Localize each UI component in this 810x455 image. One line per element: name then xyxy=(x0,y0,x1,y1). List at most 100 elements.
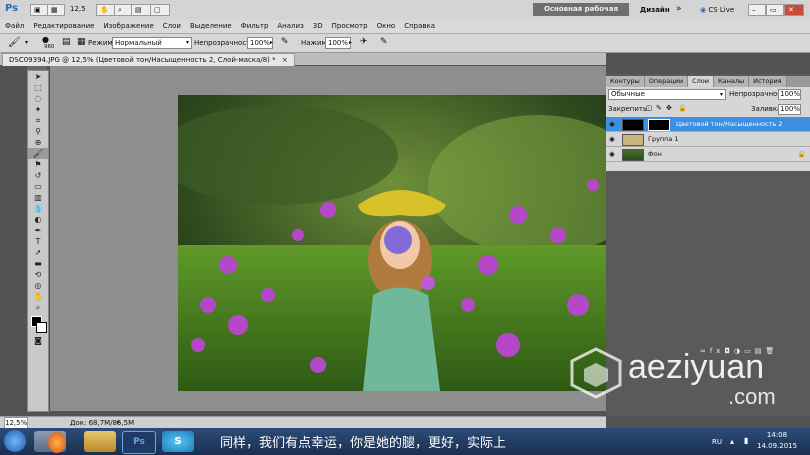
mode-select[interactable]: Нормальный ▾ xyxy=(112,37,192,49)
maximize-button[interactable]: ▭ xyxy=(766,4,784,16)
minimize-button[interactable]: – xyxy=(748,4,766,16)
arrange-documents-icon[interactable]: ▤ xyxy=(131,4,151,16)
clock-time[interactable]: 14:08 xyxy=(757,431,797,439)
menu-item[interactable]: Изображение xyxy=(103,22,153,30)
layer-mask-thumbnail[interactable] xyxy=(648,119,670,131)
layer-thumbnail xyxy=(622,119,644,131)
start-button-icon[interactable] xyxy=(4,430,26,452)
menu-item[interactable]: Слои xyxy=(163,22,181,30)
clone-stamp-tool-icon[interactable]: ⚑ xyxy=(28,159,48,170)
layer-visibility-eye-icon[interactable]: ◉ xyxy=(609,117,615,131)
delete-layer-icon[interactable]: 🗑 xyxy=(765,347,778,355)
layer-row[interactable]: ◉ Фон 🔒 xyxy=(606,147,810,162)
clone-source-icon[interactable]: ▦ xyxy=(77,37,86,47)
layer-visibility-eye-icon[interactable]: ◉ xyxy=(609,147,615,161)
airbrush-icon[interactable]: ✈ xyxy=(360,37,368,47)
eyedropper-tool-icon[interactable]: ⚲ xyxy=(28,126,48,137)
hand-tool-icon[interactable]: ✋ xyxy=(96,4,116,16)
tray-arrow-icon[interactable]: ▴ xyxy=(730,437,734,446)
menu-item[interactable]: Выделение xyxy=(190,22,232,30)
brush-tool-icon-active[interactable]: 🖌 xyxy=(28,148,48,159)
tablet-opacity-icon[interactable]: ✎ xyxy=(281,37,289,47)
layer-row[interactable]: ◉ Цветовой тон/Насыщенность 2 xyxy=(606,117,810,132)
blur-tool-icon[interactable]: 💧 xyxy=(28,203,48,214)
document-tab[interactable]: DSC09394.JPG @ 12,5% (Цветовой тон/Насыщ… xyxy=(2,53,295,66)
lasso-tool-icon[interactable]: ◌ xyxy=(28,93,48,104)
layer-visibility-eye-icon[interactable]: ◉ xyxy=(609,132,615,146)
brush-preset-chevron-icon[interactable]: ▾ xyxy=(25,39,28,46)
quick-selection-tool-icon[interactable]: ✦ xyxy=(28,104,48,115)
fill-input[interactable]: 100% xyxy=(778,104,801,115)
marquee-tool-icon[interactable]: ⬚ xyxy=(28,82,48,93)
panel-tab[interactable]: История xyxy=(749,76,787,87)
lock-position-icon[interactable]: ✥ xyxy=(666,104,672,112)
color-swatches[interactable] xyxy=(28,313,48,335)
network-icon[interactable]: ▮ xyxy=(744,436,748,445)
layer-opacity-input[interactable]: 100% xyxy=(778,89,801,100)
panel-tab[interactable]: Контуры xyxy=(606,76,645,87)
taskbar-firefox-icon[interactable] xyxy=(48,432,66,453)
gradient-tool-icon[interactable]: ▥ xyxy=(28,192,48,203)
workspace-button[interactable]: Основная рабочая среда xyxy=(533,3,629,26)
brush-panel-icon[interactable]: ▤ xyxy=(62,37,71,47)
layer-name: Группа 1 xyxy=(648,135,679,143)
cslive-button[interactable]: ◉ CS Live xyxy=(700,6,734,14)
pressure-chevron-icon[interactable]: ▸ xyxy=(349,39,352,46)
layer-row[interactable]: ◉ Группа 1 xyxy=(606,132,810,147)
clock-date[interactable]: 14.09.2015 xyxy=(757,442,797,450)
dodge-tool-icon[interactable]: ◐ xyxy=(28,214,48,225)
hand-tool-icon[interactable]: ✋ xyxy=(28,291,48,302)
panel-tab[interactable]: Операции xyxy=(644,76,689,87)
design-workspace-button[interactable]: Дизайн xyxy=(640,6,670,14)
history-brush-tool-icon[interactable]: ↺ xyxy=(28,170,48,181)
menu-item[interactable]: Окно xyxy=(377,22,396,30)
more-workspaces-button[interactable]: » xyxy=(676,4,682,14)
opacity-chevron-icon[interactable]: ▸ xyxy=(270,39,273,46)
taskbar-skype-icon[interactable]: S xyxy=(162,431,194,452)
toolbox: ➤ ⬚ ◌ ✦ ⌗ ⚲ ⊕ 🖌 ⚑ ↺ ▭ ▥ 💧 ◐ ✒ T ➚ ▬ ⟲ ◎ … xyxy=(27,70,49,412)
bridge-icon[interactable]: ▣ xyxy=(30,4,48,16)
menu-item[interactable]: Справка xyxy=(404,22,435,30)
video-subtitle: 同样，我们有点幸运，你是她的腿，更好，实际上 xyxy=(220,436,507,451)
taskbar-photoshop-icon[interactable]: Ps xyxy=(122,431,156,454)
screen-mode-icon[interactable]: ▢ xyxy=(150,4,170,16)
minibridge-icon[interactable]: ▦ xyxy=(47,4,65,16)
pressure-input[interactable]: 100% xyxy=(325,37,351,49)
keyboard-language[interactable]: RU xyxy=(712,438,722,446)
quick-mask-icon[interactable]: ◙ xyxy=(28,335,48,346)
menu-item[interactable]: Файл xyxy=(5,22,24,30)
blend-mode-select[interactable]: Обычные ▾ xyxy=(608,89,726,100)
brush-tip-icon[interactable]: ● xyxy=(42,35,49,44)
background-color-swatch[interactable] xyxy=(36,322,47,333)
taskbar-folder-icon[interactable] xyxy=(84,431,116,452)
move-tool-icon[interactable]: ➤ xyxy=(28,71,48,82)
document-image[interactable] xyxy=(178,95,606,391)
crop-tool-icon[interactable]: ⌗ xyxy=(28,115,48,126)
3d-rotate-tool-icon[interactable]: ⟲ xyxy=(28,269,48,280)
shape-tool-icon[interactable]: ▬ xyxy=(28,258,48,269)
menu-item[interactable]: 3D xyxy=(313,22,323,30)
menu-item[interactable]: Просмотр xyxy=(332,22,368,30)
lock-all-icon[interactable]: 🔒 xyxy=(678,104,687,112)
app-bar: Ps ▣ ▦ 12,5 ✋ ⌕ ▤ ▢ Основная рабочая сре… xyxy=(0,0,810,26)
spot-healing-tool-icon[interactable]: ⊕ xyxy=(28,137,48,148)
panel-tab[interactable]: Слои xyxy=(688,76,714,87)
pen-tool-icon[interactable]: ✒ xyxy=(28,225,48,236)
lock-transparent-icon[interactable]: ▢ xyxy=(646,104,653,112)
3d-orbit-tool-icon[interactable]: ◎ xyxy=(28,280,48,291)
photo-illustration xyxy=(178,95,606,391)
lock-image-icon[interactable]: ✎ xyxy=(656,104,662,112)
close-button[interactable]: ✕ xyxy=(784,4,804,16)
zoom-tool-icon[interactable]: ⌕ xyxy=(28,302,48,313)
type-tool-icon[interactable]: T xyxy=(28,236,48,247)
panel-tab[interactable]: Каналы xyxy=(714,76,750,87)
eraser-tool-icon[interactable]: ▭ xyxy=(28,181,48,192)
zoom-readout[interactable]: 12,5 xyxy=(70,5,86,13)
menu-item[interactable]: Анализ xyxy=(277,22,303,30)
menu-item[interactable]: Фильтр xyxy=(241,22,269,30)
tablet-size-icon[interactable]: ✎ xyxy=(380,37,388,47)
brush-tool-icon[interactable]: 🖌 xyxy=(8,37,21,48)
menu-item[interactable]: Редактирование xyxy=(33,22,94,30)
document-tab-close-icon[interactable]: × xyxy=(282,56,288,64)
path-selection-tool-icon[interactable]: ➚ xyxy=(28,247,48,258)
